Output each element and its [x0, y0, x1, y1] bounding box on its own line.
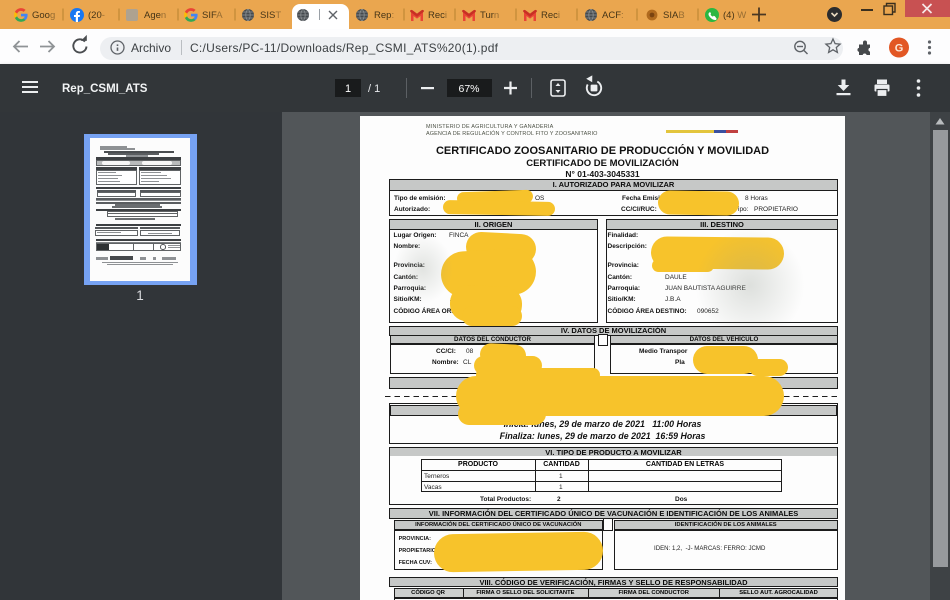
- svg-text:67%: 67%: [458, 83, 479, 95]
- svg-text:/ 1: / 1: [368, 83, 380, 95]
- svg-text:Archivo: Archivo: [131, 41, 171, 55]
- svg-text:1: 1: [345, 83, 351, 95]
- svg-text:G: G: [895, 43, 904, 55]
- svg-text:Rep_CSMI_ATS: Rep_CSMI_ATS: [62, 83, 148, 95]
- svg-text:C:/Users/PC-11/Downloads/Rep_C: C:/Users/PC-11/Downloads/Rep_CSMI_ATS%20…: [190, 41, 499, 55]
